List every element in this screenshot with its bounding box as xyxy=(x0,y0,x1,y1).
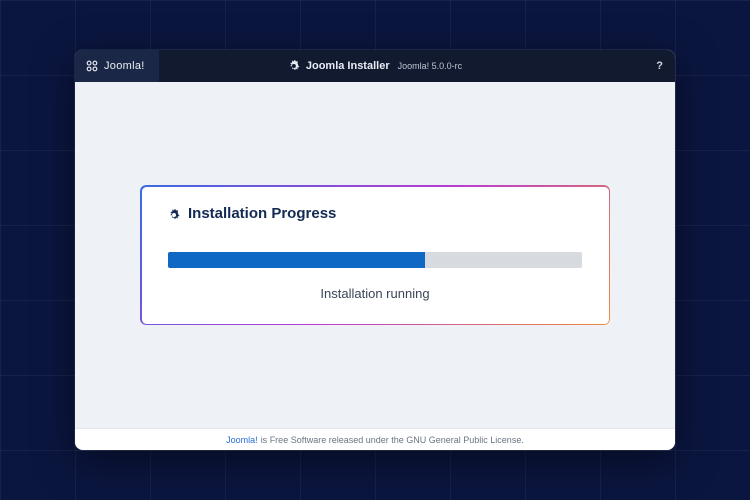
installer-title: Joomla Installer xyxy=(306,60,390,72)
gears-icon xyxy=(288,60,300,72)
version-label: Joomla! 5.0.0-rc xyxy=(398,61,463,71)
header-title-block: Joomla Installer Joomla! 5.0.0-rc xyxy=(288,60,462,72)
footer: Joomla! is Free Software released under … xyxy=(75,428,675,450)
header-bar: Joomla! Joomla Installer Joomla! 5.0.0-r… xyxy=(75,50,675,82)
progress-fill xyxy=(168,252,425,268)
progress-bar xyxy=(168,252,582,268)
help-button[interactable]: ? xyxy=(644,60,675,72)
joomla-logo-icon xyxy=(85,59,99,73)
card-title: Installation Progress xyxy=(188,205,336,222)
gears-icon xyxy=(168,208,180,220)
status-text: Installation running xyxy=(168,286,582,301)
card-header: Installation Progress xyxy=(168,205,582,222)
footer-text: is Free Software released under the GNU … xyxy=(261,435,524,445)
progress-card: Installation Progress Installation runni… xyxy=(140,185,610,325)
footer-link[interactable]: Joomla! xyxy=(226,435,258,445)
content-area: Installation Progress Installation runni… xyxy=(75,82,675,428)
brand-block: Joomla! xyxy=(75,50,159,82)
brand-name: Joomla! xyxy=(104,60,145,72)
installer-window: Joomla! Joomla Installer Joomla! 5.0.0-r… xyxy=(75,50,675,450)
